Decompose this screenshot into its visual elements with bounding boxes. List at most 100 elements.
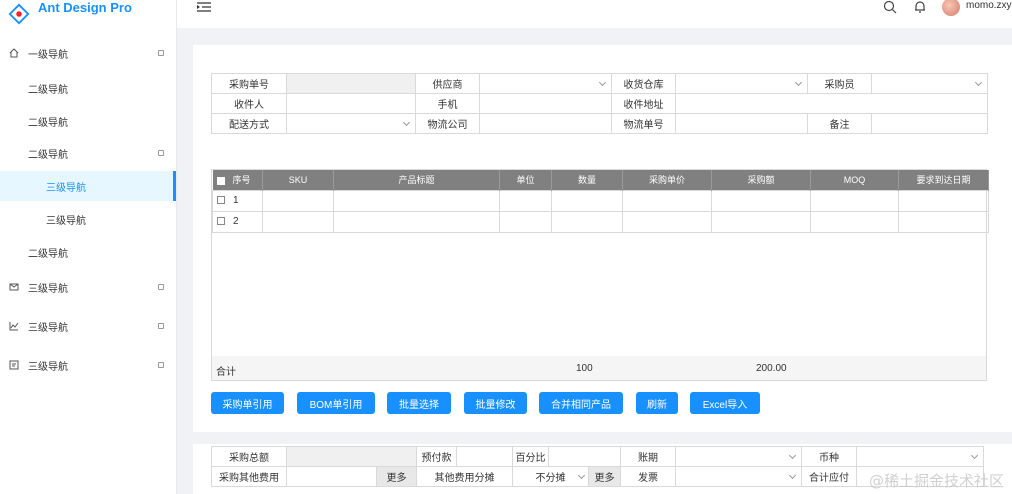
address-label: 收件地址 — [611, 93, 676, 114]
search-icon[interactable] — [883, 0, 897, 14]
moq-cell[interactable] — [810, 210, 899, 233]
title-cell[interactable] — [333, 189, 500, 212]
period-select[interactable] — [675, 446, 802, 467]
select-all-checkbox[interactable] — [216, 176, 225, 185]
bell-icon[interactable] — [913, 0, 927, 14]
date-cell[interactable] — [898, 189, 989, 212]
sidebar-item-level2[interactable]: 二级导航 — [0, 106, 176, 136]
sidebar-item-mail[interactable]: 三级导航 — [0, 272, 176, 302]
moq-cell[interactable] — [810, 189, 899, 212]
unit-cell[interactable] — [499, 189, 552, 212]
other-fee-label: 采购其他费用 — [211, 466, 287, 487]
home-icon — [8, 47, 20, 59]
total-amount: 200.00 — [756, 363, 787, 374]
fee-share-select[interactable]: 不分摊 — [512, 466, 589, 487]
percent-input[interactable] — [548, 446, 621, 467]
po-reference-button[interactable]: 采购单引用 — [211, 392, 284, 414]
sku-cell[interactable] — [262, 189, 334, 212]
row-checkbox[interactable] — [217, 196, 225, 205]
logistics-input[interactable] — [479, 113, 612, 134]
refresh-button[interactable]: 刷新 — [636, 392, 678, 414]
mail-icon — [8, 281, 20, 293]
more-button[interactable]: 更多 — [376, 466, 417, 487]
sidebar-item-label: 二级导航 — [28, 117, 68, 129]
table-row: 1 — [212, 189, 989, 212]
address-input[interactable] — [675, 93, 988, 114]
bom-reference-button[interactable]: BOM单引用 — [297, 392, 375, 414]
sidebar-item-level2[interactable]: 二级导航 — [0, 73, 176, 103]
delivery-label: 配送方式 — [211, 113, 287, 134]
sidebar-item-level1[interactable]: 一级导航 — [0, 38, 176, 68]
date-cell[interactable] — [898, 210, 989, 233]
title-cell[interactable] — [333, 210, 500, 233]
sidebar-item-label: 二级导航 — [28, 149, 68, 161]
col-header-qty: 数量 — [551, 170, 623, 190]
invoice-select[interactable] — [675, 466, 802, 487]
sidebar-item-label: 三级导航 — [28, 361, 68, 373]
tracking-input[interactable] — [675, 113, 808, 134]
sidebar-item-form[interactable]: 三级导航 — [0, 350, 176, 380]
sidebar-item-label: 二级导航 — [28, 248, 68, 260]
sidebar-item-level2[interactable]: 二级导航 — [0, 237, 176, 267]
col-header-no: 序号 — [212, 170, 263, 190]
price-cell[interactable] — [622, 210, 712, 233]
prepay-input[interactable] — [456, 446, 513, 467]
buyer-label: 采购员 — [807, 73, 872, 94]
amount-cell[interactable] — [711, 210, 811, 233]
excel-import-button[interactable]: Excel导入 — [690, 392, 760, 414]
expand-icon — [158, 362, 164, 368]
merge-products-button[interactable]: 合并相同产品 — [539, 392, 623, 414]
phone-input[interactable] — [479, 93, 612, 114]
total-purchase-field — [286, 446, 417, 467]
sidebar-item-label: 三级导航 — [28, 283, 68, 295]
sidebar: Ant Design Pro 一级导航 二级导航 二级导航 二级导航 三级导航 … — [0, 0, 177, 494]
currency-select[interactable] — [856, 446, 984, 467]
qty-cell[interactable] — [551, 210, 623, 233]
sidebar-item-level3[interactable]: 三级导航 — [0, 204, 176, 234]
tracking-label: 物流单号 — [611, 113, 676, 134]
amount-cell[interactable] — [711, 189, 811, 212]
logo[interactable]: Ant Design Pro — [0, 0, 176, 28]
receiver-label: 收件人 — [211, 93, 287, 114]
fee-share-value: 不分摊 — [535, 473, 566, 484]
sku-cell[interactable] — [262, 210, 334, 233]
sidebar-item-label: 三级导航 — [28, 322, 68, 334]
username[interactable]: momo.zxy — [966, 0, 1012, 11]
qty-cell[interactable] — [551, 189, 623, 212]
sidebar-item-level2[interactable]: 二级导航 — [0, 138, 176, 168]
sidebar-item-label: 三级导航 — [46, 215, 86, 227]
watermark: @稀土掘金技术社区 — [868, 472, 1004, 490]
buyer-select[interactable] — [871, 73, 988, 94]
chevron-down-icon — [794, 78, 803, 87]
batch-select-button[interactable]: 批量选择 — [387, 392, 451, 414]
total-qty: 100 — [576, 363, 593, 374]
batch-edit-button[interactable]: 批量修改 — [464, 392, 527, 414]
row-number: 1 — [233, 195, 239, 206]
more-button[interactable]: 更多 — [588, 466, 621, 487]
period-label: 账期 — [620, 446, 676, 467]
row-checkbox[interactable] — [217, 217, 225, 226]
line-chart-icon — [8, 320, 20, 332]
col-header-unit: 单位 — [499, 170, 552, 190]
logistics-label: 物流公司 — [415, 113, 480, 134]
chevron-down-icon — [974, 78, 983, 87]
chevron-down-icon — [402, 118, 411, 127]
supplier-select[interactable] — [479, 73, 612, 94]
menu-fold-icon[interactable] — [197, 2, 211, 12]
warehouse-select[interactable] — [675, 73, 808, 94]
currency-label: 币种 — [801, 446, 857, 467]
avatar[interactable] — [942, 0, 960, 16]
price-cell[interactable] — [622, 189, 712, 212]
col-header-date: 要求到达日期 — [898, 170, 989, 190]
order-info-form: 采购单号 供应商 收货仓库 采购员 收件人 手机 收件地址 配送方式 物流公司 … — [211, 73, 988, 134]
unit-cell[interactable] — [499, 210, 552, 233]
delivery-select[interactable] — [286, 113, 416, 134]
sidebar-item-level3-active[interactable]: 三级导航 — [0, 171, 176, 201]
expand-icon — [158, 323, 164, 329]
sidebar-item-chart[interactable]: 三级导航 — [0, 311, 176, 341]
col-header-title: 产品标题 — [333, 170, 500, 190]
remark-input[interactable] — [871, 113, 988, 134]
other-fee-input[interactable] — [286, 466, 377, 487]
warehouse-label: 收货仓库 — [611, 73, 676, 94]
receiver-input[interactable] — [286, 93, 416, 114]
